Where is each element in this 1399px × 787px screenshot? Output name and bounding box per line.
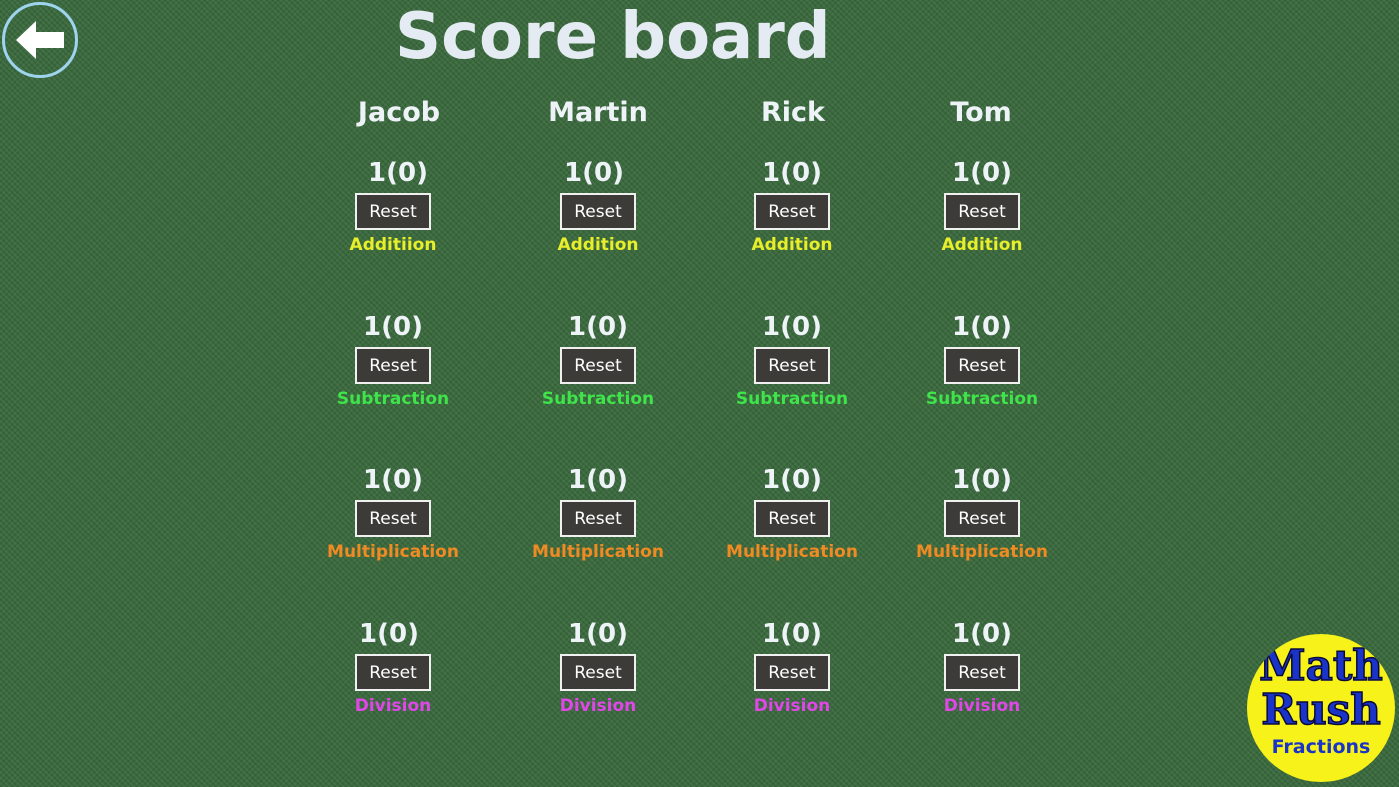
player-name-martin: Martin (548, 97, 648, 128)
reset-button[interactable]: Reset (754, 654, 830, 691)
player-name-tom: Tom (950, 97, 1012, 128)
operation-label: Addition (941, 235, 1023, 255)
score-value: 1(0) (568, 465, 628, 495)
score-value: 1(0) (368, 158, 428, 188)
arrow-left-icon (16, 21, 64, 59)
score-cell-jacob-division: 1(0) Reset Division (293, 620, 493, 730)
reset-button[interactable]: Reset (754, 193, 830, 230)
player-name-rick: Rick (760, 97, 825, 128)
operation-label: Additiion (349, 235, 437, 255)
operation-label: Subtraction (541, 389, 655, 409)
score-value: 1(0) (762, 619, 822, 649)
operation-label: Division (354, 696, 432, 716)
score-cell-tom-subtraction: 1(0) Reset Subtraction (882, 313, 1082, 423)
operation-label: Division (753, 696, 831, 716)
operation-label: Division (559, 696, 637, 716)
reset-button[interactable]: Reset (944, 347, 1020, 384)
score-value: 1(0) (762, 312, 822, 342)
score-value: 1(0) (952, 619, 1012, 649)
reset-button[interactable]: Reset (355, 654, 431, 691)
reset-button[interactable]: Reset (754, 500, 830, 537)
score-cell-jacob-addition: 1(0) Reset Additiion (293, 159, 493, 269)
logo-subtitle: Fractions (1271, 736, 1371, 758)
score-cell-rick-division: 1(0) Reset Division (692, 620, 892, 730)
player-name-jacob: Jacob (357, 97, 441, 128)
reset-button[interactable]: Reset (560, 654, 636, 691)
logo-word-rush: Rush (1260, 685, 1381, 734)
score-cell-martin-addition: 1(0) Reset Addition (498, 159, 698, 269)
reset-button[interactable]: Reset (944, 193, 1020, 230)
score-value: 1(0) (564, 158, 624, 188)
score-value: 1(0) (952, 465, 1012, 495)
operation-label: Subtraction (735, 389, 849, 409)
reset-button[interactable]: Reset (355, 347, 431, 384)
score-value: 1(0) (568, 619, 628, 649)
operation-label: Division (943, 696, 1021, 716)
score-cell-martin-subtraction: 1(0) Reset Subtraction (498, 313, 698, 423)
score-cell-rick-multiplication: 1(0) Reset Multiplication (692, 466, 892, 576)
score-cell-martin-division: 1(0) Reset Division (498, 620, 698, 730)
operation-label: Addition (751, 235, 833, 255)
score-cell-martin-multiplication: 1(0) Reset Multiplication (498, 466, 698, 576)
operation-label: Multiplication (916, 542, 1048, 562)
score-value: 1(0) (363, 312, 423, 342)
page-title: Score board (395, 0, 831, 74)
reset-button[interactable]: Reset (560, 347, 636, 384)
score-value: 1(0) (568, 312, 628, 342)
operation-label: Addition (557, 235, 639, 255)
score-value: 1(0) (363, 465, 423, 495)
operation-label: Multiplication (327, 542, 459, 562)
score-cell-rick-subtraction: 1(0) Reset Subtraction (692, 313, 892, 423)
operation-label: Subtraction (336, 389, 450, 409)
operation-label: Multiplication (726, 542, 858, 562)
math-rush-logo: Math Rush Fractions (1247, 634, 1395, 782)
score-cell-rick-addition: 1(0) Reset Addition (692, 159, 892, 269)
reset-button[interactable]: Reset (355, 500, 431, 537)
score-value: 1(0) (762, 465, 822, 495)
score-value: 1(0) (952, 312, 1012, 342)
operation-label: Multiplication (532, 542, 664, 562)
reset-button[interactable]: Reset (355, 193, 431, 230)
score-cell-tom-addition: 1(0) Reset Addition (882, 159, 1082, 269)
reset-button[interactable]: Reset (944, 654, 1020, 691)
score-value: 1(0) (952, 158, 1012, 188)
operation-label: Subtraction (925, 389, 1039, 409)
reset-button[interactable]: Reset (560, 500, 636, 537)
logo-word-math: Math (1258, 641, 1383, 690)
back-button[interactable] (2, 2, 78, 78)
score-cell-jacob-multiplication: 1(0) Reset Multiplication (293, 466, 493, 576)
score-cell-tom-multiplication: 1(0) Reset Multiplication (882, 466, 1082, 576)
reset-button[interactable]: Reset (944, 500, 1020, 537)
score-value: 1(0) (359, 619, 419, 649)
score-value: 1(0) (762, 158, 822, 188)
reset-button[interactable]: Reset (754, 347, 830, 384)
reset-button[interactable]: Reset (560, 193, 636, 230)
score-cell-tom-division: 1(0) Reset Division (882, 620, 1082, 730)
score-cell-jacob-subtraction: 1(0) Reset Subtraction (293, 313, 493, 423)
